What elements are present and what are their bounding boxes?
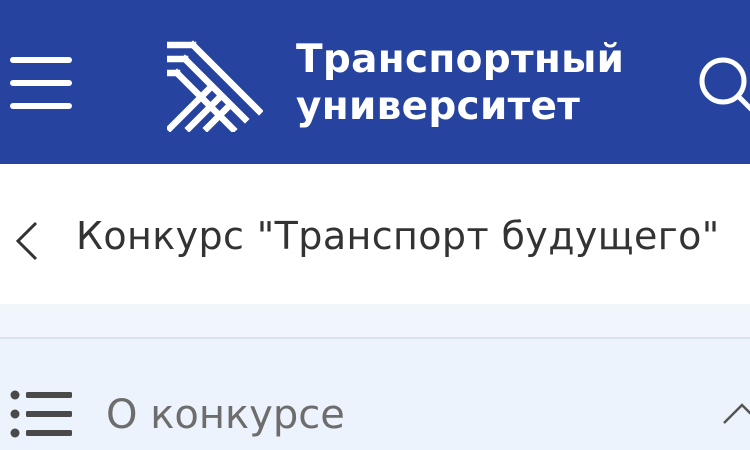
page-title-bar: Конкурс "Транспорт будущего" — [0, 164, 750, 304]
university-logo-icon — [167, 40, 263, 132]
accordion-header[interactable]: О конкурсе — [0, 339, 750, 450]
page-title: Конкурс "Транспорт будущего" — [76, 214, 720, 258]
app-page: Транспортный университет Конкурс "Трансп… — [0, 0, 750, 450]
chevron-left-icon[interactable] — [12, 220, 42, 262]
brand-line-2: университет — [296, 84, 581, 129]
list-icon — [10, 390, 72, 438]
brand-line-1: Транспортный — [296, 37, 625, 82]
brand-name[interactable]: Транспортный университет — [296, 36, 624, 130]
top-header: Транспортный университет — [0, 0, 750, 164]
section-band — [0, 304, 750, 337]
chevron-up-icon[interactable] — [722, 399, 750, 429]
search-icon[interactable] — [694, 54, 750, 114]
hamburger-menu-icon[interactable] — [10, 57, 74, 113]
accordion-title: О конкурсе — [106, 392, 345, 438]
